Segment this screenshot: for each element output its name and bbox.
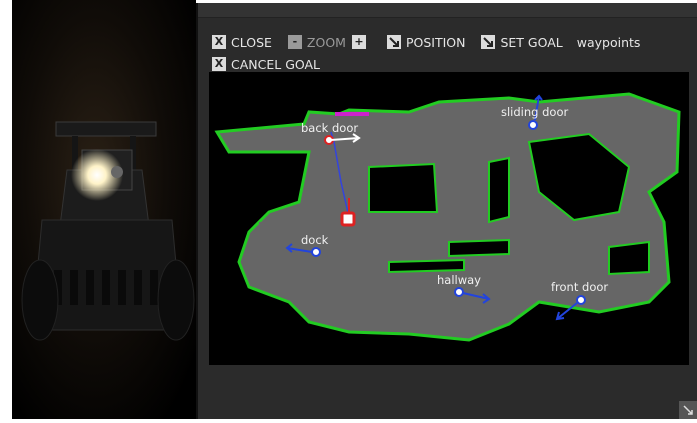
waypoint-label: back door <box>301 121 358 135</box>
position-label: POSITION <box>405 34 466 50</box>
window-title-bar <box>198 3 697 18</box>
cancel-goal-button[interactable]: X CANCEL GOAL <box>210 57 320 72</box>
robot-photo <box>12 0 196 419</box>
waypoint-label: sliding door <box>501 105 568 119</box>
arrow-icon <box>386 35 401 49</box>
waypoint-label: hallway <box>437 273 481 287</box>
toolbar: X CLOSE - ZOOM + POSITION SET GOAL waypo… <box>210 31 690 75</box>
set-goal-button[interactable]: SET GOAL <box>479 34 563 50</box>
cancel-goal-label: CANCEL GOAL <box>231 56 321 72</box>
zoom-control: - ZOOM + <box>286 35 371 50</box>
occupancy-map[interactable]: back door sliding door dock hallway fron <box>209 72 689 365</box>
robot-marker-icon <box>340 211 356 227</box>
resize-grip-icon[interactable] <box>679 401 697 419</box>
close-button[interactable]: X CLOSE <box>210 35 272 50</box>
goal-marker <box>335 112 369 116</box>
close-icon: X <box>212 35 226 49</box>
position-button[interactable]: POSITION <box>385 34 466 50</box>
waypoints-label: waypoints <box>576 34 641 50</box>
set-goal-label: SET GOAL <box>500 34 563 50</box>
close-label: CLOSE <box>231 34 272 50</box>
close-icon: X <box>212 57 226 71</box>
zoom-in-button[interactable]: + <box>351 35 366 49</box>
waypoints-button[interactable]: waypoints <box>577 35 641 50</box>
arrow-icon <box>481 35 496 49</box>
map-window: X CLOSE - ZOOM + POSITION SET GOAL waypo… <box>196 3 697 419</box>
zoom-out-button[interactable]: - <box>287 35 302 49</box>
waypoint-label: front door <box>551 280 608 294</box>
zoom-label: ZOOM <box>306 34 346 50</box>
waypoint-label: dock <box>301 233 329 247</box>
